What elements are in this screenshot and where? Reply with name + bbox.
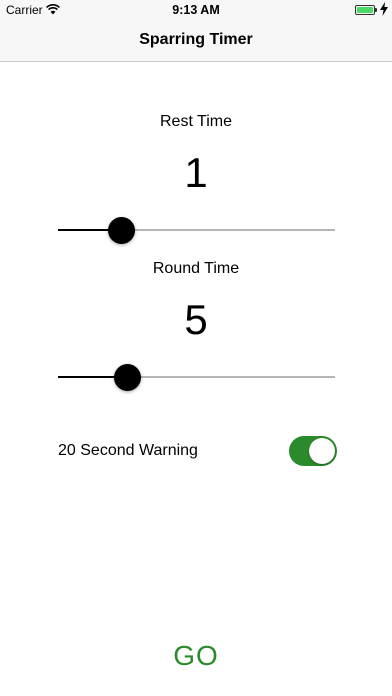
status-time: 9:13 AM <box>172 3 220 17</box>
rest-time-slider[interactable] <box>58 215 335 245</box>
status-bar: Carrier 9:13 AM <box>0 0 392 20</box>
slider-thumb[interactable] <box>108 217 136 244</box>
round-time-slider[interactable] <box>58 362 335 392</box>
warning-label: 20 Second Warning <box>58 442 198 459</box>
warning-toggle[interactable] <box>289 436 337 466</box>
round-time-label: Round Time <box>152 260 240 277</box>
charging-bolt-icon <box>380 2 388 16</box>
nav-title: Sparring Timer <box>139 31 253 48</box>
rest-time-label: Rest Time <box>159 113 232 130</box>
round-time-value: 5 <box>184 296 208 343</box>
slider-thumb[interactable] <box>113 364 141 391</box>
battery-icon <box>355 5 377 15</box>
go-button[interactable]: GO <box>0 640 392 672</box>
slider-track-empty <box>127 376 335 378</box>
slider-track-empty <box>121 229 335 231</box>
rest-time-value: 1 <box>184 149 208 196</box>
toggle-knob <box>309 438 335 464</box>
